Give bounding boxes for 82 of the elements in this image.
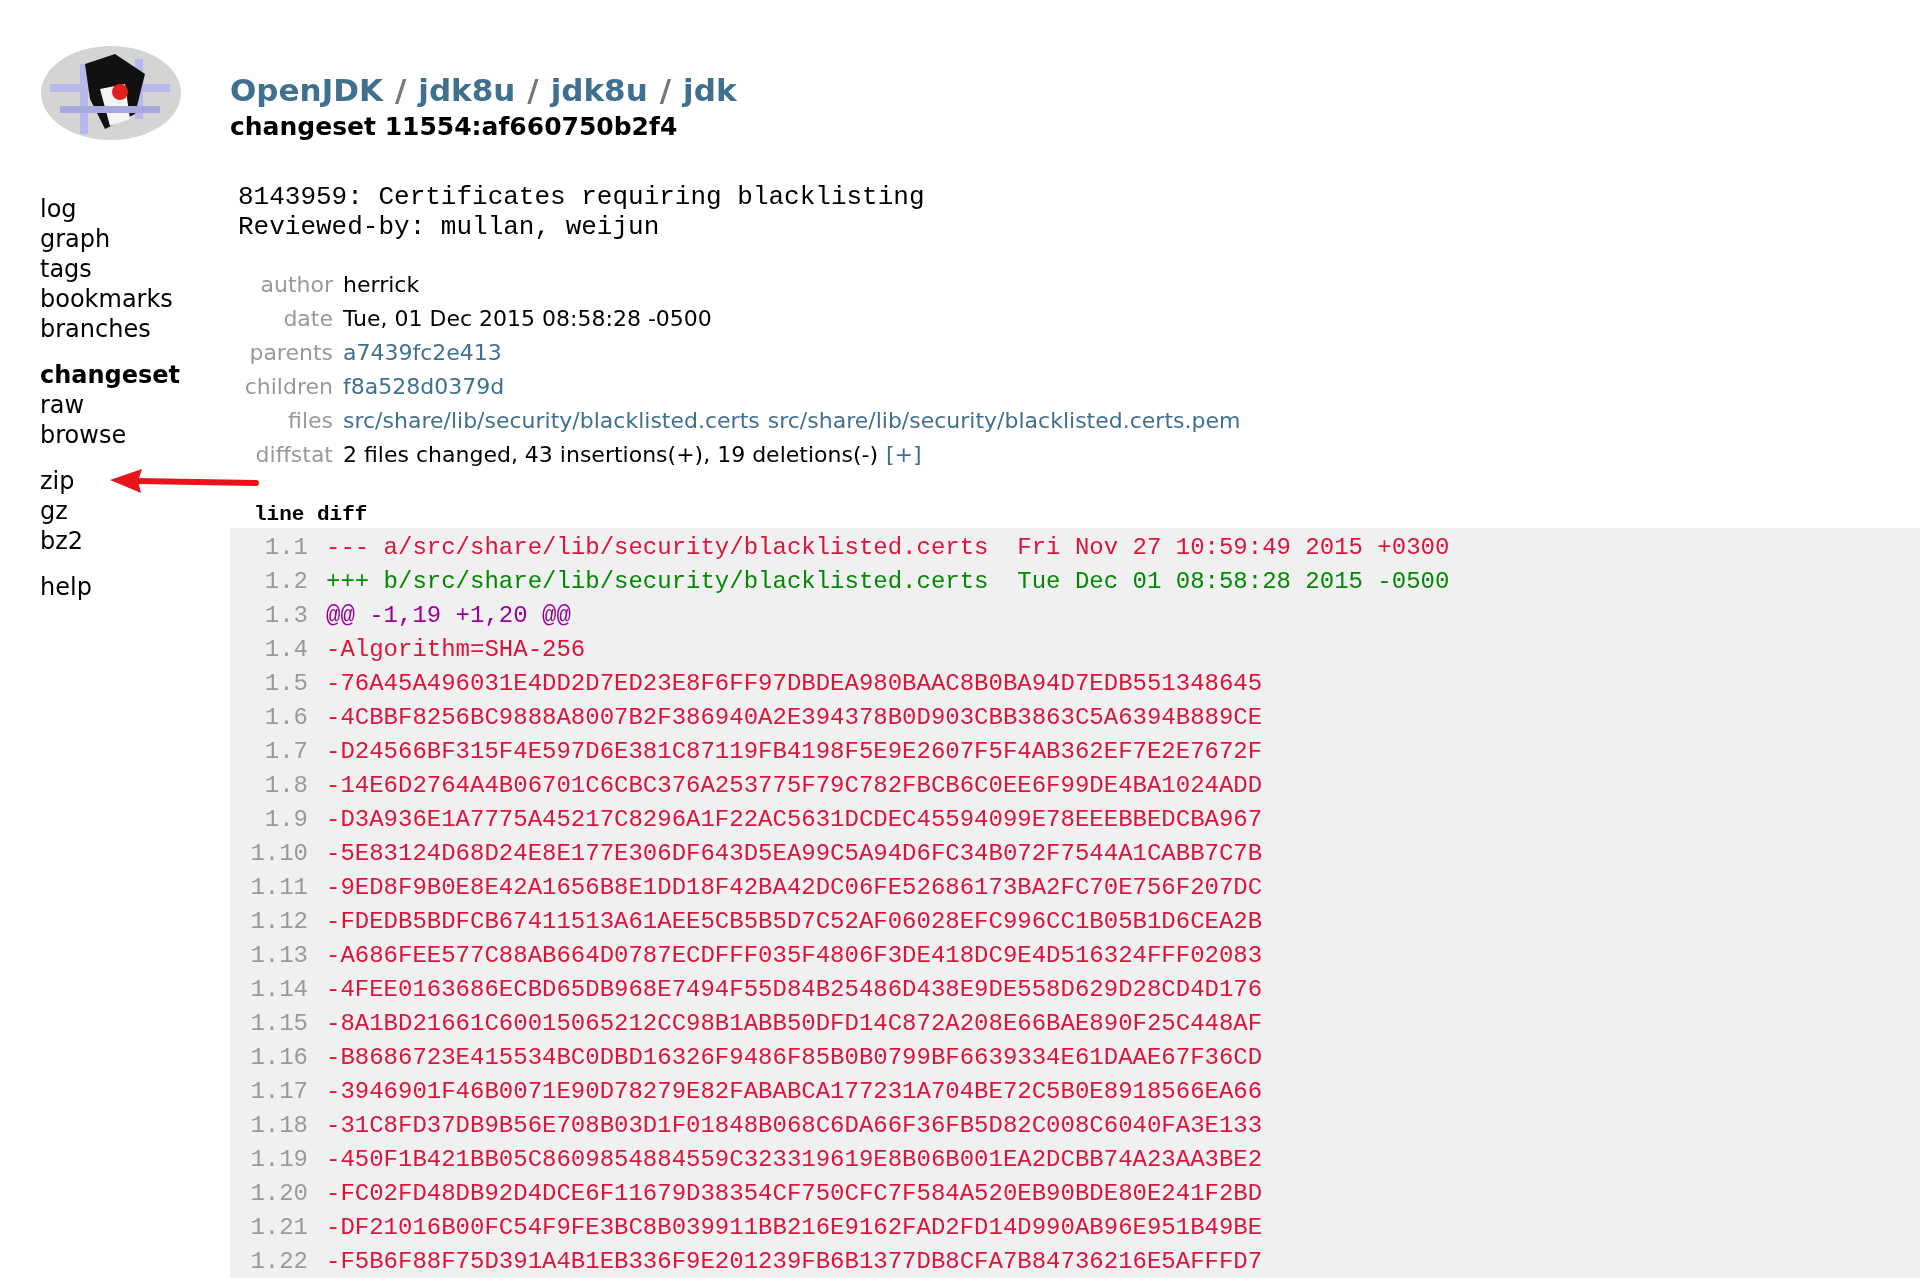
- diff-line: -FDEDB5BDFCB67411513A61AEE5CB5B5D7C52AF06028EFC996CC1B05B1D6CEA2B: [326, 907, 1263, 935]
- metadata-link[interactable]: src/share/lib/security/blacklisted.certs.pem: [767, 404, 1241, 438]
- diff-line: -Algorithm=SHA-256: [326, 635, 586, 663]
- diff-line: -A686FEE577C88AB664D0787ECDFFF035F4806F3DE418DC9E4D516324FFF02083: [326, 941, 1263, 969]
- nav-link[interactable]: bz2: [40, 526, 84, 556]
- breadcrumb-link[interactable]: jdk: [683, 70, 737, 110]
- nav-link[interactable]: zip: [40, 466, 75, 496]
- line-number[interactable]: 1.21: [230, 1213, 308, 1241]
- metadata-label: author: [259, 271, 333, 299]
- diff-line: -5E83124D68D24E8E177E306DF643D5EA99C5A94D6FC34B072F7544A1CABB7C7B: [326, 839, 1263, 867]
- diff-line: -D24566BF315F4E597D6E381C87119FB4198F5E9E2607F5F4AB362EF7E2E7672F: [326, 737, 1263, 765]
- metadata-link[interactable]: f8a528d0379d: [343, 370, 505, 404]
- metadata-link[interactable]: [+]: [886, 438, 922, 472]
- breadcrumb-separator: /: [394, 71, 407, 110]
- line-number[interactable]: 1.3: [230, 601, 308, 629]
- line-number[interactable]: 1.5: [230, 669, 308, 697]
- changeset-title: changeset 11554:af660750b2f4: [230, 111, 679, 143]
- nav-link[interactable]: gz: [40, 496, 68, 526]
- line-number[interactable]: 1.6: [230, 703, 308, 731]
- metadata-label: date: [282, 305, 333, 333]
- line-number[interactable]: 1.22: [230, 1247, 308, 1275]
- diff-line: -B8686723E415534BC0DBD16326F9486F85B0B0799BF6639334E61DAAE67F36CD: [326, 1043, 1263, 1071]
- line-number[interactable]: 1.7: [230, 737, 308, 765]
- line-number[interactable]: 1.16: [230, 1043, 308, 1071]
- diff-line: @@ -1,19 +1,20 @@: [326, 601, 571, 629]
- commit-message-line: 8143959: Certificates requiring blacklisting: [238, 182, 926, 212]
- metadata-label: files: [287, 407, 333, 435]
- line-number[interactable]: 1.12: [230, 907, 308, 935]
- diff-line: -4FEE0163686ECBD65DB968E7494F55D84B25486D438E9DE558D629D28CD4D176: [326, 975, 1263, 1003]
- line-number[interactable]: 1.11: [230, 873, 308, 901]
- nav-link[interactable]: raw: [40, 390, 85, 420]
- metadata-link[interactable]: src/share/lib/security/blacklisted.certs: [343, 404, 760, 438]
- line-number[interactable]: 1.4: [230, 635, 308, 663]
- line-number[interactable]: 1.13: [230, 941, 308, 969]
- breadcrumb-link[interactable]: jdk8u: [550, 70, 648, 110]
- metadata-label: children: [243, 373, 333, 401]
- diff-line: -FC02FD48DB92D4DCE6F11679D38354CF750CFC7F584A520EB90BDE80E241F2BD: [326, 1179, 1263, 1207]
- line-number[interactable]: 1.18: [230, 1111, 308, 1139]
- nav-link[interactable]: changeset: [40, 360, 181, 390]
- diff-line: -4CBBF8256BC9888A8007B2F386940A2E394378B0D903CBB3863C5A6394B889CE: [326, 703, 1263, 731]
- breadcrumb-separator: /: [527, 71, 539, 110]
- line-number[interactable]: 1.19: [230, 1145, 308, 1173]
- diff-line: -31C8FD37DB9B56E708B03D1F01848B068C6DA66F36FB5D82C008C6040FA3E133: [326, 1111, 1263, 1139]
- breadcrumb-link[interactable]: jdk8u: [418, 70, 516, 110]
- line-number[interactable]: 1.9: [230, 805, 308, 833]
- commit-message-line: Reviewed-by: mullan, weijun: [238, 212, 661, 242]
- diff-line: -8A1BD21661C60015065212CC98B1ABB50DFD14C872A208E66BAE890F25C448AF: [326, 1009, 1263, 1037]
- nav-link[interactable]: branches: [40, 314, 151, 344]
- breadcrumb-separator: /: [659, 71, 672, 110]
- line-number[interactable]: 1.20: [230, 1179, 308, 1207]
- nav-link[interactable]: browse: [40, 420, 127, 450]
- nav-link[interactable]: log: [40, 194, 77, 224]
- diff-line: -DF21016B00FC54F9FE3BC8B039911BB216E9162FAD2FD14D990AB96E951B49BE: [326, 1213, 1263, 1241]
- diff-line: --- a/src/share/lib/security/blacklisted.certs Fri Nov 27 10:59:49 2015 +0300: [326, 533, 1450, 561]
- metadata-value: herrick: [343, 271, 420, 299]
- diff-line: -D3A936E1A7775A45217C8296A1F22AC5631DCDEC45594099E78EEEBBEDCBA967: [326, 805, 1263, 833]
- metadata-value: 2 files changed, 43 insertions(+), 19 deletions(-): [343, 441, 878, 469]
- nav-link[interactable]: bookmarks: [40, 284, 173, 314]
- nav-link[interactable]: graph: [40, 224, 111, 254]
- line-number[interactable]: 1.17: [230, 1077, 308, 1105]
- diff-line: -76A45A496031E4DD2D7ED23E8F6FF97DBDEA980BAAC8B0BA94D7EDB551348645: [326, 669, 1263, 697]
- breadcrumb-link[interactable]: OpenJDK: [230, 70, 383, 110]
- diff-line: -450F1B421BB05C8609854884559C323319619E8B06B001EA2DCBB74A23AA3BE2: [326, 1145, 1263, 1173]
- line-number[interactable]: 1.2: [230, 567, 308, 595]
- line-number[interactable]: 1.8: [230, 771, 308, 799]
- nav-link[interactable]: tags: [40, 254, 92, 284]
- metadata-value: Tue, 01 Dec 2015 08:58:28 -0500: [343, 305, 712, 333]
- diff-line: +++ b/src/share/lib/security/blacklisted.certs Tue Dec 01 08:58:28 2015 -0500: [326, 567, 1450, 595]
- diff-line: -9ED8F9B0E8E42A1656B8E1DD18F42BA42DC06FE52686173BA2FC70E756F207DC: [326, 873, 1263, 901]
- diff-heading: line diff: [254, 502, 369, 528]
- metadata-label: diffstat: [254, 441, 333, 469]
- nav-link[interactable]: help: [40, 572, 92, 602]
- line-number[interactable]: 1.15: [230, 1009, 308, 1037]
- metadata-label: parents: [248, 339, 333, 367]
- line-number[interactable]: 1.14: [230, 975, 308, 1003]
- line-number[interactable]: 1.1: [230, 533, 308, 561]
- diff-line: -14E6D2764A4B06701C6CBC376A253775F79C782FBCB6C0EE6F99DE4BA1024ADD: [326, 771, 1263, 799]
- logo-drawing[interactable]: [40, 44, 182, 142]
- metadata-link[interactable]: a7439fc2e413: [343, 336, 502, 370]
- line-number[interactable]: 1.10: [230, 839, 308, 867]
- diff-line: -3946901F46B0071E90D78279E82FABABCA177231A704BE72C5B0E8918566EA66: [326, 1077, 1263, 1105]
- diff-line: -F5B6F88F75D391A4B1EB336F9E201239FB6B1377DB8CFA7B84736216E5AFFFD7: [326, 1247, 1263, 1275]
